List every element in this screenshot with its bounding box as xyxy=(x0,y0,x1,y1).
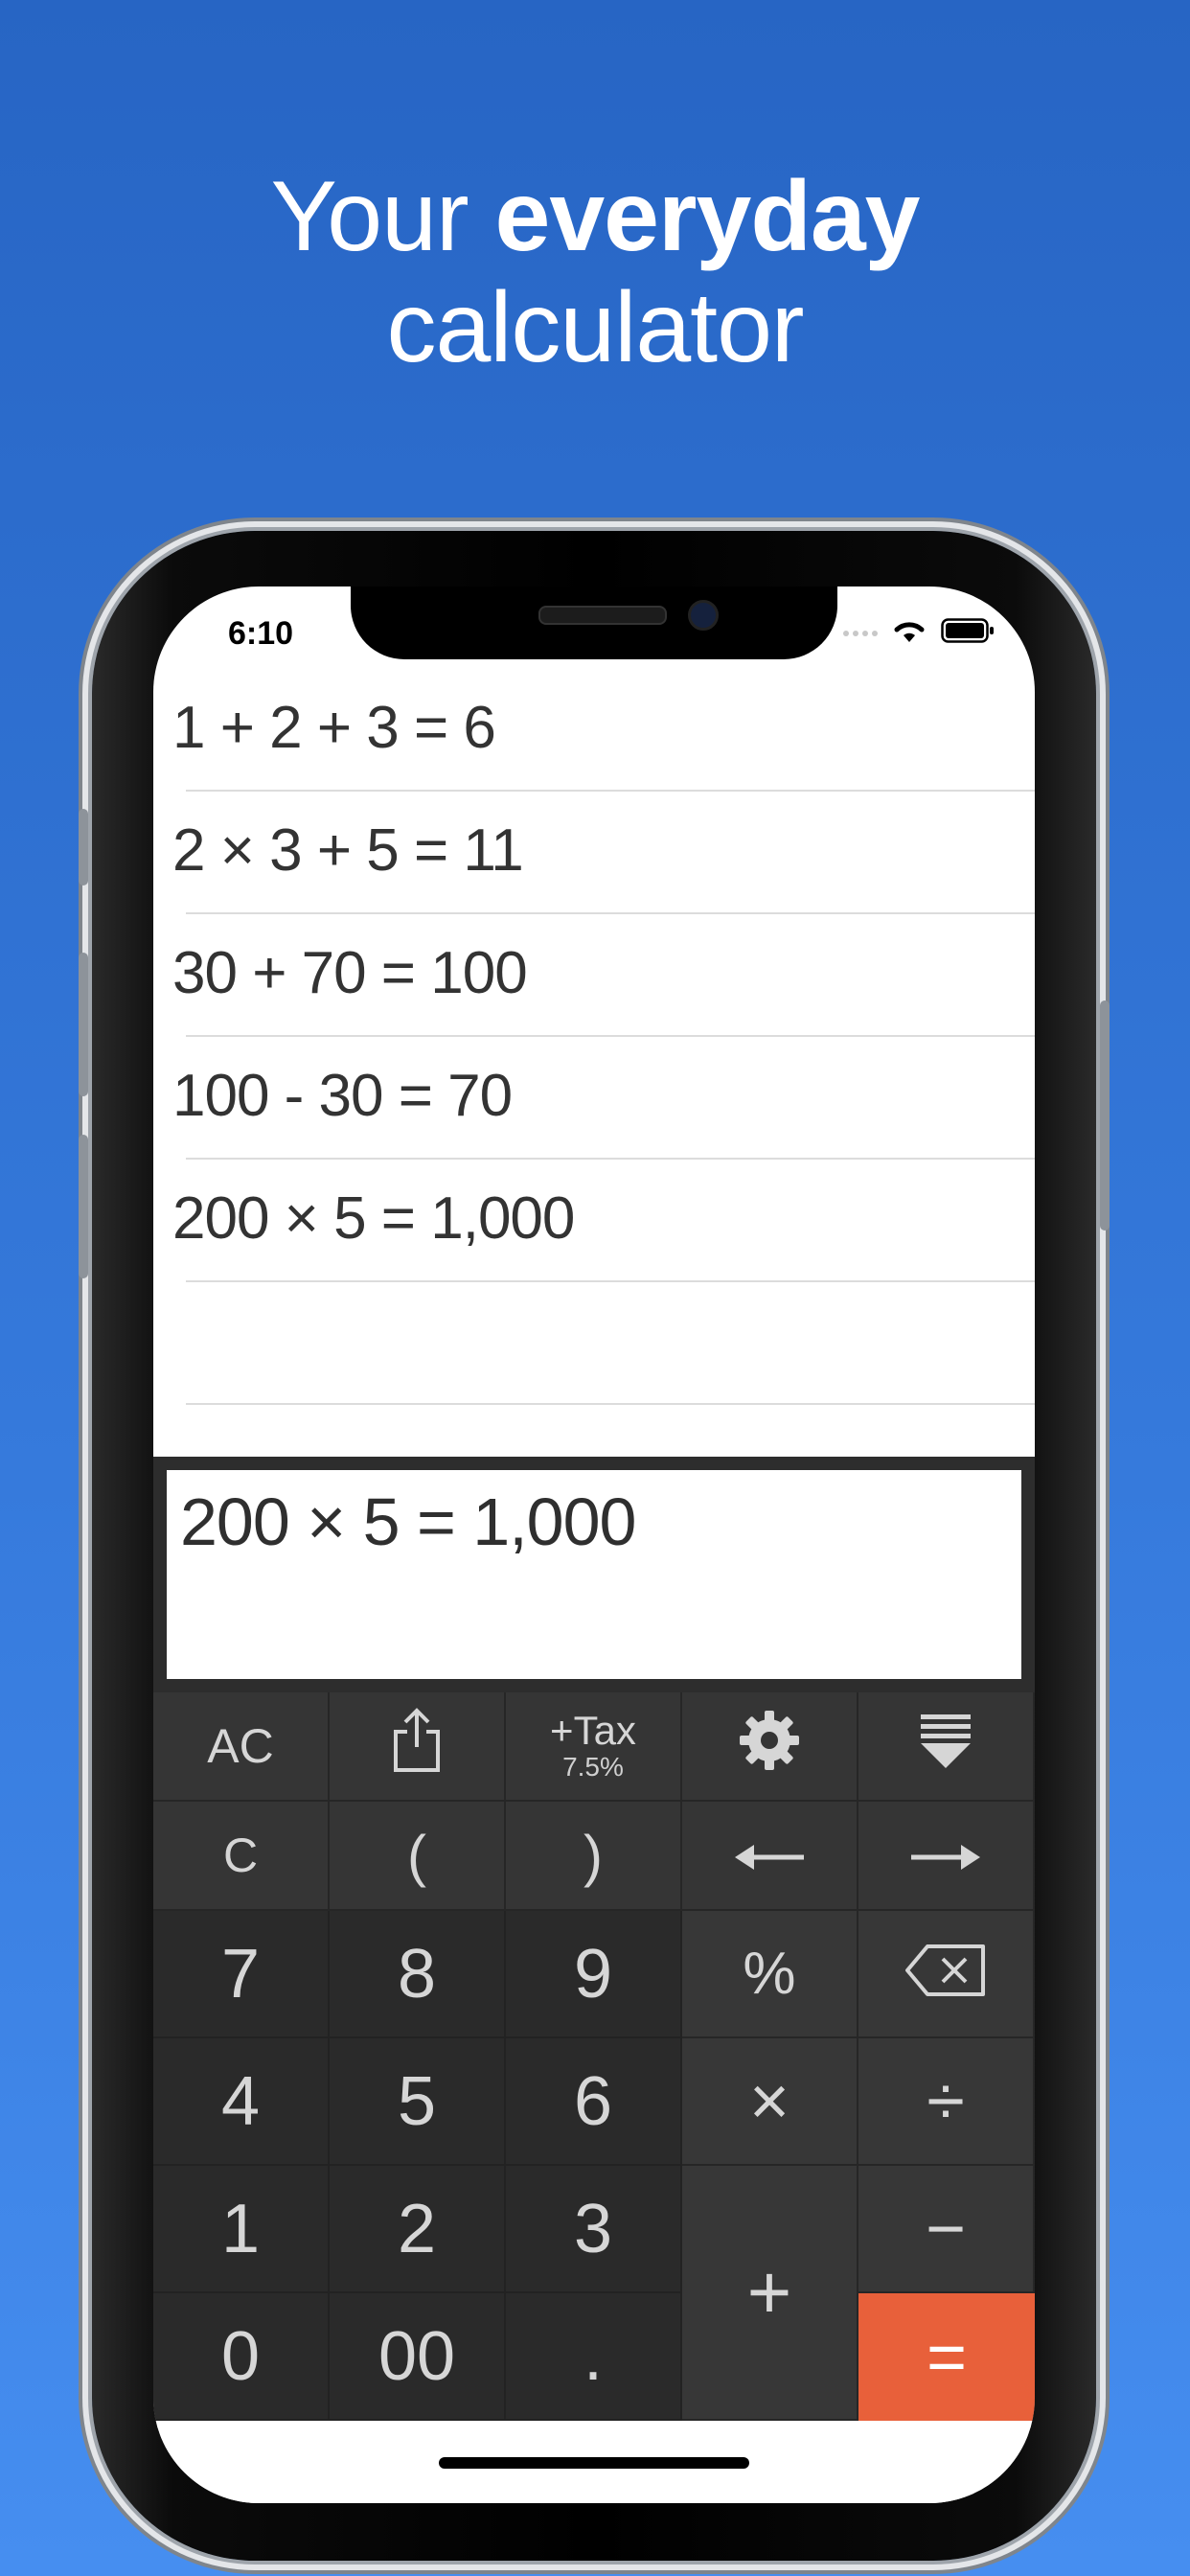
collapse-icon xyxy=(917,1711,974,1782)
battery-icon xyxy=(941,617,995,649)
history-expression: 100 - 30 = 70 xyxy=(172,1063,513,1129)
backspace-icon xyxy=(904,1935,987,2013)
history-row[interactable]: 100 - 30 = 70 xyxy=(153,1037,1035,1160)
share-button[interactable] xyxy=(330,1692,506,1802)
side-button-power xyxy=(1100,1000,1110,1230)
history-row-empty xyxy=(153,1282,1035,1405)
digit-7-label: 7 xyxy=(220,1935,261,2012)
keypad: AC +Tax 7.5% C ( ) 7 8 9 % 4 5 6 × ÷ 1 2… xyxy=(153,1692,1035,2421)
history-divider xyxy=(186,1403,1035,1405)
all-clear-button[interactable]: AC xyxy=(153,1692,330,1802)
left-arrow-icon xyxy=(733,1828,806,1883)
multiply-label: × xyxy=(748,2062,790,2140)
digit-0-label: 0 xyxy=(220,2317,261,2395)
speaker xyxy=(538,606,667,625)
signal-dots-icon xyxy=(843,630,878,636)
history-expression: 30 + 70 = 100 xyxy=(172,940,528,1006)
side-button-volume-down xyxy=(79,1135,88,1278)
plus-button[interactable]: + xyxy=(682,2166,858,2421)
home-indicator-area xyxy=(153,2421,1035,2503)
decimal-point-button[interactable]: . xyxy=(506,2293,682,2421)
history-list: 1 + 2 + 3 = 6 2 × 3 + 5 = 11 30 + 70 = 1… xyxy=(153,669,1035,1405)
digit-2-button[interactable]: 2 xyxy=(330,2166,506,2293)
history-expression: 2 × 3 + 5 = 11 xyxy=(172,817,524,884)
open-paren-label: ( xyxy=(407,1823,426,1888)
front-camera xyxy=(688,600,719,631)
digit-4-button[interactable]: 4 xyxy=(153,2038,330,2166)
open-paren-button[interactable]: ( xyxy=(330,1802,506,1911)
display-panel: 200 × 5 = 1,000 xyxy=(153,1457,1035,1692)
settings-button[interactable] xyxy=(682,1692,858,1802)
digit-1-label: 1 xyxy=(220,2190,261,2267)
digit-6-label: 6 xyxy=(573,2062,613,2140)
all-clear-label: AC xyxy=(207,1719,274,1773)
status-time: 6:10 xyxy=(228,615,294,652)
equals-label: = xyxy=(926,2318,968,2396)
history-row[interactable]: 200 × 5 = 1,000 xyxy=(153,1160,1035,1282)
digit-3-label: 3 xyxy=(573,2190,613,2267)
digit-2-label: 2 xyxy=(397,2190,437,2267)
double-zero-label: 00 xyxy=(378,2317,456,2395)
headline-regular-text: Your xyxy=(270,161,495,272)
equals-button[interactable]: = xyxy=(858,2293,1035,2421)
home-indicator[interactable] xyxy=(439,2457,749,2469)
history-expression: 200 × 5 = 1,000 xyxy=(172,1185,575,1252)
digit-5-label: 5 xyxy=(397,2062,437,2140)
notch xyxy=(351,586,837,659)
decimal-point-label: . xyxy=(583,2317,603,2395)
digit-7-button[interactable]: 7 xyxy=(153,1911,330,2038)
history-expression: 1 + 2 + 3 = 6 xyxy=(172,695,496,761)
percent-label: % xyxy=(743,1941,796,2007)
digit-0-button[interactable]: 0 xyxy=(153,2293,330,2421)
calculator-display[interactable]: 200 × 5 = 1,000 xyxy=(167,1470,1021,1679)
headline-bold-text: everyday xyxy=(494,161,920,272)
headline: Your everyday calculator xyxy=(0,161,1190,383)
side-button-volume-up xyxy=(79,953,88,1096)
multiply-button[interactable]: × xyxy=(682,2038,858,2166)
digit-3-button[interactable]: 3 xyxy=(506,2166,682,2293)
digit-8-button[interactable]: 8 xyxy=(330,1911,506,2038)
right-arrow-icon xyxy=(909,1828,982,1883)
tax-rate: 7.5% xyxy=(562,1752,624,1782)
headline-line-1: Your everyday xyxy=(0,161,1190,272)
double-zero-button[interactable]: 00 xyxy=(330,2293,506,2421)
history-row[interactable]: 2 × 3 + 5 = 11 xyxy=(153,792,1035,914)
close-paren-button[interactable]: ) xyxy=(506,1802,682,1911)
minus-button[interactable]: − xyxy=(858,2166,1035,2293)
history-row[interactable]: 1 + 2 + 3 = 6 xyxy=(153,669,1035,792)
phone-frame: 6:10 1 + 2 + 3 = 6 2 × 3 + 5 = 11 30 + 7… xyxy=(79,531,1110,2561)
percent-button[interactable]: % xyxy=(682,1911,858,2038)
plus-label: + xyxy=(746,2249,792,2334)
divide-label: ÷ xyxy=(927,2062,965,2140)
collapse-button[interactable] xyxy=(858,1692,1035,1802)
backspace-button[interactable] xyxy=(858,1911,1035,2038)
share-icon xyxy=(390,1707,444,1785)
minus-label: − xyxy=(925,2190,967,2267)
divide-button[interactable]: ÷ xyxy=(858,2038,1035,2166)
digit-9-button[interactable]: 9 xyxy=(506,1911,682,2038)
digit-6-button[interactable]: 6 xyxy=(506,2038,682,2166)
phone-screen: 6:10 1 + 2 + 3 = 6 2 × 3 + 5 = 11 30 + 7… xyxy=(153,586,1035,2503)
wifi-icon xyxy=(891,617,927,649)
display-expression: 200 × 5 = 1,000 xyxy=(180,1484,636,1559)
digit-8-label: 8 xyxy=(397,1935,437,2012)
cursor-left-button[interactable] xyxy=(682,1802,858,1911)
clear-button[interactable]: C xyxy=(153,1802,330,1911)
headline-line-2: calculator xyxy=(386,272,804,383)
digit-4-label: 4 xyxy=(220,2062,261,2140)
clear-label: C xyxy=(222,1828,259,1882)
tax-button[interactable]: +Tax 7.5% xyxy=(506,1692,682,1802)
digit-9-label: 9 xyxy=(573,1935,613,2012)
tax-label: +Tax xyxy=(550,1708,636,1753)
gear-icon xyxy=(736,1707,803,1785)
close-paren-label: ) xyxy=(584,1823,603,1888)
digit-5-button[interactable]: 5 xyxy=(330,2038,506,2166)
side-button-silent xyxy=(79,809,88,886)
history-row[interactable]: 30 + 70 = 100 xyxy=(153,914,1035,1037)
cursor-right-button[interactable] xyxy=(858,1802,1035,1911)
status-icons xyxy=(843,617,995,649)
digit-1-button[interactable]: 1 xyxy=(153,2166,330,2293)
